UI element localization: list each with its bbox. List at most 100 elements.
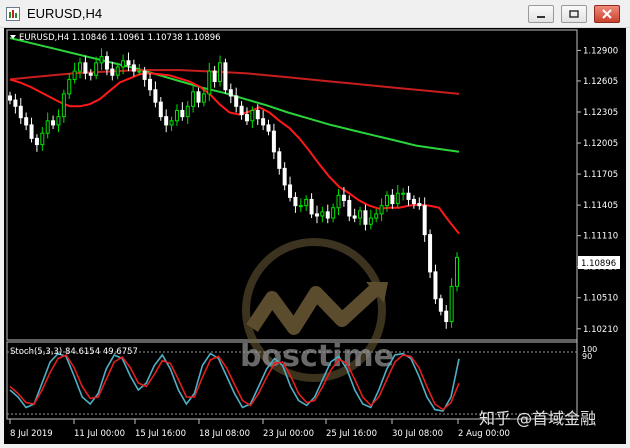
candle-bull	[56, 116, 61, 126]
candle-bear	[390, 194, 395, 205]
candle-bull	[320, 211, 325, 217]
candle-bear	[164, 116, 169, 126]
candle-bear	[142, 70, 147, 80]
candle-bull	[395, 192, 400, 205]
time-tick-label: 25 Jul 16:00	[326, 429, 377, 439]
price-tick-label: 1.12900	[583, 46, 618, 56]
candle-bull	[358, 210, 363, 219]
time-tick-label: 8 Jul 2019	[10, 429, 53, 439]
candle-bull	[374, 213, 379, 219]
window-title: EURUSD,H4	[27, 6, 103, 21]
candle-bear	[239, 105, 244, 116]
candle-bear	[341, 194, 346, 201]
stoch-axis-90: 90	[582, 352, 592, 361]
candle-bear	[282, 167, 287, 186]
candle-bear	[422, 205, 427, 236]
time-tick-label: 11 Jul 00:00	[74, 429, 125, 439]
candle-bull	[250, 109, 255, 122]
candle-bear	[158, 101, 163, 118]
candle-bear	[309, 198, 314, 215]
stoch-header: Stoch(5,3,3) 84.6154 49.6757	[10, 347, 138, 357]
candle-bear	[126, 60, 131, 66]
candle-bull	[207, 70, 212, 95]
candle-bull	[368, 217, 373, 225]
candle-bull	[174, 109, 179, 122]
current-price-label: 1.10896	[581, 259, 616, 269]
moving-averages	[9, 37, 460, 235]
candle-bear	[223, 62, 228, 91]
candle-bear	[411, 198, 416, 205]
candle-bull	[201, 93, 206, 103]
candle-bear	[34, 137, 39, 146]
time-tick-label: 30 Jul 08:00	[392, 429, 443, 439]
candle-bear	[293, 196, 298, 207]
candle-bear	[148, 78, 153, 91]
candle-bull	[218, 62, 223, 82]
candle-bull	[78, 62, 83, 72]
candle-bull	[121, 60, 126, 68]
time-tick-label: 23 Jul 00:00	[263, 429, 314, 439]
candle-bull	[185, 105, 190, 118]
candle-bull	[455, 256, 459, 287]
candle-bull	[331, 207, 336, 219]
candle-bear	[271, 130, 276, 153]
candle-bear	[444, 310, 449, 323]
corner-watermark: 知乎 @首域金融	[479, 409, 596, 428]
candle-bear	[277, 151, 282, 169]
ma-mid-line	[9, 69, 460, 95]
time-axis: 8 Jul 2019 11 Jul 00:00 15 Jul 16:00 18 Jul…	[9, 419, 510, 439]
price-tick-label: 1.10210	[583, 325, 618, 335]
minimize-button[interactable]	[528, 5, 554, 23]
candle-bear	[153, 89, 158, 103]
candle-bear	[212, 70, 217, 82]
price-axis: 1.12900 1.12605 1.12305 1.12005 1.11705 1.114…	[577, 46, 618, 335]
candle-bull	[99, 56, 104, 64]
candle-bear	[244, 114, 249, 122]
chart-header: EURUSD,H4 1.10846 1.10961 1.10738 1.1089…	[19, 33, 221, 43]
candle-bull	[94, 62, 99, 76]
candle-bull	[379, 205, 384, 215]
candle-bull	[298, 205, 303, 208]
candle-bear	[261, 118, 266, 126]
candle-bear	[406, 192, 411, 200]
stoch-main-line	[9, 352, 460, 412]
price-tick-label: 1.11110	[583, 232, 618, 242]
price-tick-label: 1.12605	[583, 77, 618, 87]
close-icon	[602, 9, 612, 19]
candle-bull	[115, 66, 120, 76]
candle-bull	[72, 70, 77, 80]
candle-bear	[266, 124, 271, 132]
candle-bull	[61, 93, 66, 118]
price-tick-label: 1.11405	[583, 201, 618, 211]
candle-bear	[13, 99, 18, 107]
candle-bear	[428, 234, 433, 273]
candle-bear	[363, 210, 368, 225]
close-button[interactable]	[594, 5, 620, 23]
candle-bear	[131, 64, 136, 72]
candle-bull	[169, 120, 174, 126]
ma-slow-line	[9, 37, 460, 153]
candle-bear	[314, 213, 319, 217]
candle-bear	[51, 120, 56, 126]
candle-bull	[401, 192, 406, 195]
price-tick-label: 1.10510	[583, 294, 618, 304]
candle-bear	[417, 203, 422, 207]
candle-bear	[18, 105, 23, 119]
time-tick-label: 2 Aug 00:00	[458, 429, 510, 439]
candle-bear	[29, 124, 34, 139]
candle-bear	[104, 56, 109, 70]
candle-bull	[449, 285, 454, 323]
candle-bull	[45, 120, 50, 134]
minimize-icon	[537, 16, 545, 18]
stochastic-oscillator	[9, 352, 460, 412]
candle-bull	[191, 91, 196, 107]
candle-bear	[8, 95, 12, 101]
chart-area[interactable]: bosctime EURUSD,H4 1.10846 1.10961 1.107…	[4, 28, 626, 444]
time-tick-label: 15 Jul 16:00	[135, 429, 186, 439]
candle-bear	[88, 72, 93, 76]
maximize-button[interactable]	[561, 5, 587, 23]
candles	[8, 48, 459, 329]
window-titlebar: EURUSD,H4	[0, 0, 630, 28]
candle-bear	[438, 298, 443, 312]
price-tick-label: 1.12305	[583, 108, 618, 118]
